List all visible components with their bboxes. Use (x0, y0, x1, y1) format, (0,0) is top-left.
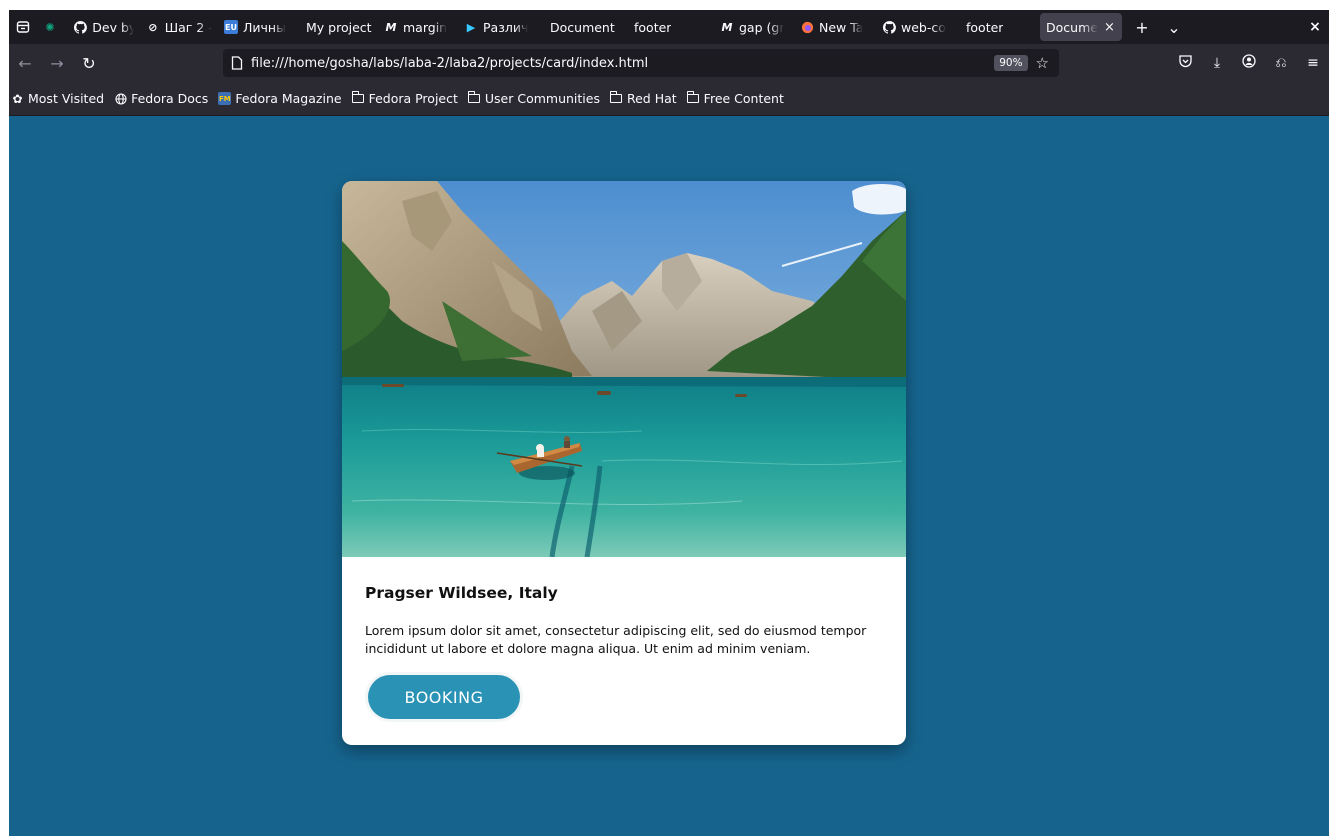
bookmarks-toolbar: ✿ Most Visited Fedora Docs FM Fedora Mag… (9, 82, 1329, 116)
bookmark-fedora-magazine[interactable]: FM Fedora Magazine (218, 91, 342, 106)
destination-card: Pragser Wildsee, Italy Lorem ipsum dolor… (342, 181, 906, 745)
booking-button[interactable]: BOOKING (368, 675, 520, 719)
tab-strip: ✺ Dev by ⊘ Шаг 2 - EU Личны My project M… (9, 10, 1329, 44)
bookmark-fedora-docs[interactable]: Fedora Docs (114, 91, 208, 106)
folder-icon (686, 91, 700, 105)
tab-dev-by[interactable]: Dev by (68, 10, 140, 44)
booking-button-wrapper: BOOKING (365, 672, 523, 722)
folder-icon (351, 91, 365, 105)
url-bar[interactable]: file:///home/gosha/labs/laba-2/laba2/pro… (223, 49, 1059, 77)
mdn-icon: M (721, 20, 733, 34)
tab-step-2[interactable]: ⊘ Шаг 2 - (140, 10, 218, 44)
menu-icon[interactable]: ≡ (1297, 55, 1329, 71)
url-text[interactable]: file:///home/gosha/labs/laba-2/laba2/pro… (251, 56, 994, 71)
eu-icon: EU (224, 20, 238, 34)
tabstrip-tools: + ⌄ (1126, 10, 1190, 44)
github-icon (882, 20, 896, 34)
extensions-icon[interactable]: ⎌ (1265, 55, 1297, 71)
account-icon[interactable] (1233, 54, 1265, 72)
play-icon: ▶ (466, 20, 476, 34)
globe-icon (114, 92, 127, 105)
page-content: Pragser Wildsee, Italy Lorem ipsum dolor… (9, 116, 1329, 836)
mdn-icon: M (385, 20, 397, 34)
navigation-toolbar: ← → ↻ file:///home/gosha/labs/laba-2/lab… (9, 44, 1329, 82)
lake-photo (342, 181, 906, 557)
folder-icon (467, 91, 481, 105)
openai-icon: ✺ (45, 20, 55, 34)
zoom-level-badge[interactable]: 90% (994, 55, 1028, 71)
forward-arrow-icon[interactable]: → (41, 48, 73, 78)
toolbar-right: ⤓ ⎌ ≡ (1169, 44, 1329, 82)
pocket-icon[interactable] (1169, 54, 1201, 72)
tab-new-tab[interactable]: New Ta (794, 10, 876, 44)
tab-document[interactable]: Document (544, 10, 628, 44)
gear-icon: ✿ (12, 91, 23, 106)
back-arrow-icon[interactable]: ← (9, 48, 41, 78)
tab-list: ✺ Dev by ⊘ Шаг 2 - EU Личны My project M… (37, 10, 1126, 44)
bookmark-star-icon[interactable]: ☆ (1036, 54, 1049, 72)
bookmark-red-hat[interactable]: Red Hat (610, 91, 677, 106)
tab-footer[interactable]: footer (628, 10, 714, 44)
card-title: Pragser Wildsee, Italy (365, 584, 558, 602)
tab-various[interactable]: ▶ Различ (458, 10, 544, 44)
tab-web-co[interactable]: web-co (876, 10, 960, 44)
browser-window: ✺ Dev by ⊘ Шаг 2 - EU Личны My project M… (9, 10, 1329, 836)
card-description: Lorem ipsum dolor sit amet, consectetur … (365, 623, 867, 656)
tab-openai[interactable]: ✺ (37, 10, 68, 44)
tab-margin[interactable]: M margin (378, 10, 458, 44)
bookmark-free-content[interactable]: Free Content (686, 91, 784, 106)
new-tab-button[interactable]: + (1126, 18, 1158, 37)
github-icon (74, 20, 88, 34)
page-icon (223, 56, 251, 70)
link-icon: ⊘ (148, 20, 158, 34)
tab-personal[interactable]: EU Личны (218, 10, 300, 44)
reload-icon[interactable]: ↻ (73, 48, 105, 78)
folder-icon (610, 91, 623, 105)
window-close-button[interactable]: × (1305, 10, 1325, 44)
tab-footer-2[interactable]: footer (960, 10, 1036, 44)
tab-my-project[interactable]: My project (300, 10, 378, 44)
close-tab-icon[interactable]: × (1104, 20, 1115, 35)
list-all-tabs-button[interactable]: ⌄ (1158, 18, 1190, 37)
bookmark-most-visited[interactable]: ✿ Most Visited (11, 91, 104, 106)
tab-document-active[interactable]: Docume × (1040, 13, 1122, 41)
bookmark-user-communities[interactable]: User Communities (467, 91, 600, 106)
fedora-magazine-icon: FM (218, 92, 232, 105)
tab-gap[interactable]: M gap (gr (714, 10, 794, 44)
firefox-icon (800, 20, 814, 34)
download-icon[interactable]: ⤓ (1201, 55, 1233, 71)
bookmark-fedora-project[interactable]: Fedora Project (351, 91, 458, 106)
card-body: Pragser Wildsee, Italy Lorem ipsum dolor… (342, 584, 906, 722)
firefox-view-icon[interactable] (9, 10, 37, 44)
